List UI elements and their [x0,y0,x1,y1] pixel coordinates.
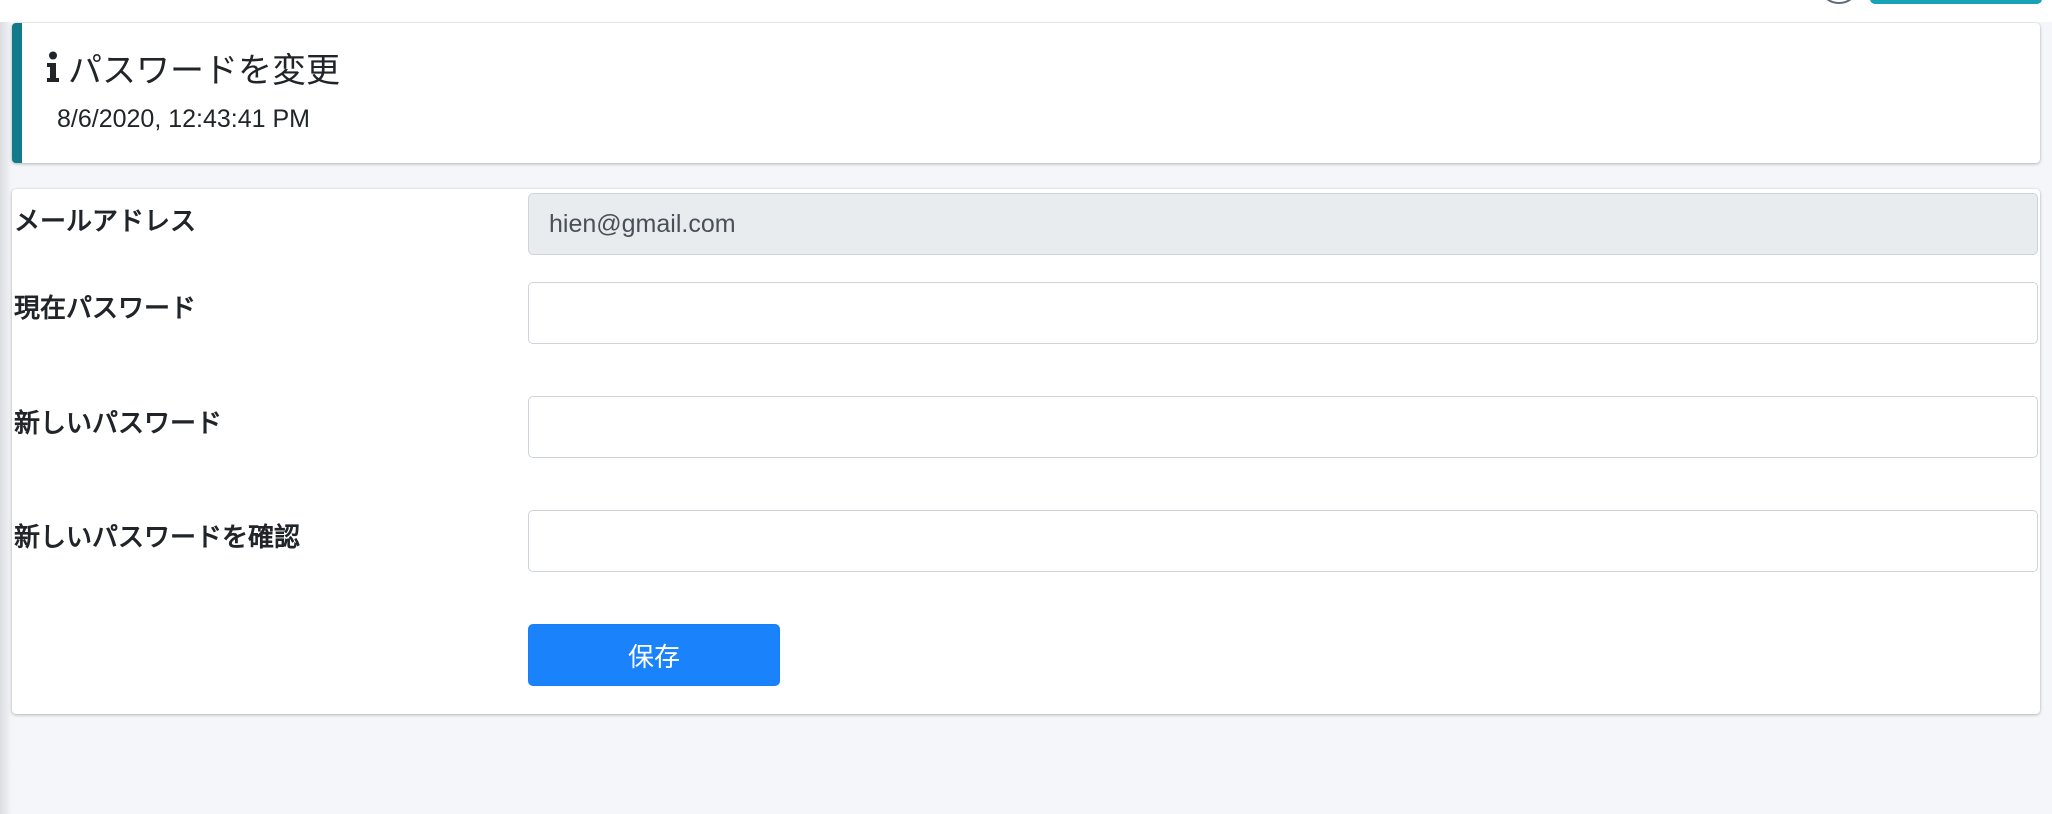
sidebar-edge-shadow [0,0,12,814]
page-title: パスワードを変更 [46,45,340,90]
confirm-password-label: 新しいパスワードを確認 [14,522,301,552]
new-password-label: 新しいパスワード [14,408,223,438]
current-password-label: 現在パスワード [14,293,197,323]
navbar-button[interactable] [1870,0,2042,4]
email-label: メールアドレス [14,206,197,236]
top-navbar [0,0,2052,22]
new-password-input[interactable] [528,396,2038,458]
confirm-password-input[interactable] [528,510,2038,572]
current-password-input[interactable] [528,282,2038,344]
info-callout: パスワードを変更 8/6/2020, 12:43:41 PM [12,23,2040,163]
page-title-text: パスワードを変更 [68,51,340,90]
email-field[interactable] [528,193,2038,255]
timestamp: 8/6/2020, 12:43:41 PM [57,105,310,133]
save-button[interactable]: 保存 [528,624,780,686]
avatar[interactable] [1818,0,1860,4]
change-password-form: メールアドレス 現在パスワード 新しいパスワード 新しいパスワードを確認 保存 [12,189,2040,714]
info-icon [47,51,59,82]
